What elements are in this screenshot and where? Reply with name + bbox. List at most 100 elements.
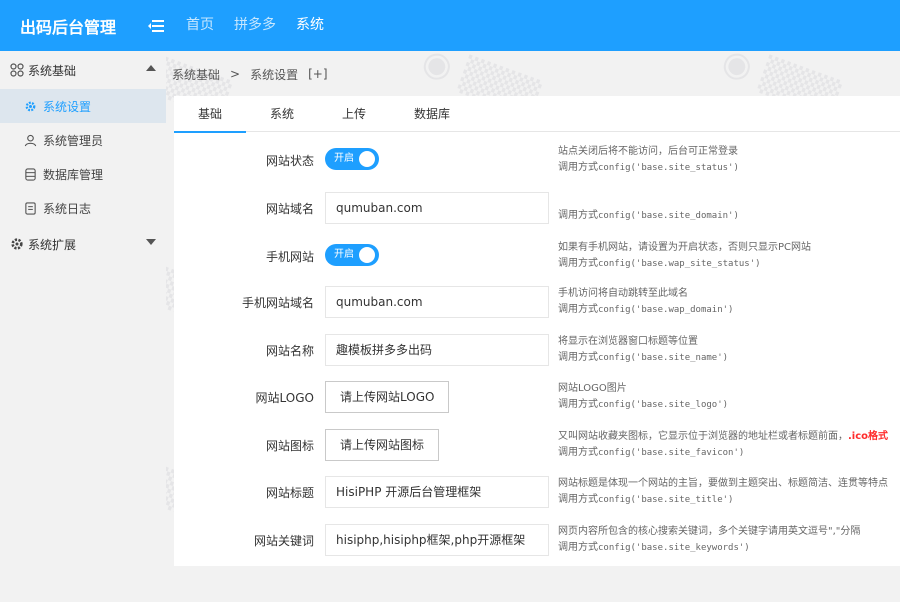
site-title-input[interactable]: HisiPHP 开源后台管理框架 (325, 476, 549, 508)
field-tip: 站点关闭后将不能访问，后台可正常登录 调用方式config('base.site… (558, 144, 900, 176)
settings-panel: 基础 系统 上传 数据库 网站状态 开启 站点关闭后将不能访问，后台可正常登录 … (174, 96, 900, 566)
user-icon (24, 134, 37, 146)
tip-call: 调用方式config('base.site_logo') (558, 397, 900, 413)
tip-code: config('base.wap_domain') (598, 305, 734, 315)
sidebar: 系统基础 系统设置 系统管理员 数据库管理 系统日志 系统扩展 (0, 51, 166, 602)
field-tip: 将显示在浏览器窗口标题等位置 调用方式config('base.site_nam… (558, 334, 900, 366)
tip-code: config('base.site_status') (598, 163, 739, 173)
field-tip: 网页内容所包含的核心搜索关键词，多个关键字请用英文逗号","分隔 调用方式con… (558, 524, 900, 556)
tip-text: 如果有手机网站，请设置为开启状态，否则只显示PC网站 (558, 242, 812, 253)
tip-prefix: 调用方式 (558, 162, 598, 173)
upload-logo-button[interactable]: 请上传网站LOGO (325, 381, 450, 413)
tip-text: 站点关闭后将不能访问，后台可正常登录 (558, 146, 738, 157)
tab-upload[interactable]: 上传 (318, 96, 390, 132)
tip-code: config('base.site_title') (598, 495, 734, 505)
tip-prefix: 调用方式 (558, 258, 598, 269)
sidebar-item-label: 数据库管理 (43, 167, 104, 182)
sidebar-group-label: 系统扩展 (28, 237, 77, 252)
tip-text-line: 又叫网站收藏夹图标，它显示位于浏览器的地址栏或者标题前面，.ico格式 (558, 429, 900, 445)
field-tip: 如果有手机网站，请设置为开启状态，否则只显示PC网站 调用方式config('b… (558, 240, 900, 272)
top-nav: 首页 拼多多 系统 (176, 0, 334, 51)
tip-call: 调用方式config('base.site_name') (558, 350, 900, 366)
brand-title: 出码后台管理 (20, 17, 117, 37)
switch-knob (359, 247, 375, 263)
tip-prefix: 调用方式 (558, 399, 598, 410)
gear-icon (25, 101, 36, 111)
tip-prefix: 调用方式 (558, 542, 598, 553)
breadcrumb: 系统基础 > 系统设置 [+] (172, 62, 338, 86)
sidebar-item-label: 系统管理员 (43, 133, 104, 148)
breadcrumb-item[interactable]: 系统设置 (250, 66, 298, 83)
sidebar-item-logs[interactable]: 系统日志 (0, 191, 166, 225)
tip-call: 调用方式config('base.site_favicon') (558, 445, 900, 461)
field-tip: 网站标题是体现一个网站的主旨，要做到主题突出、标题简洁、连贯等特点 调用方式co… (558, 476, 900, 508)
field-label: 网站标题 (265, 486, 314, 500)
database-icon (25, 167, 36, 181)
tip-call: 调用方式config('base.site_status') (558, 160, 900, 176)
sidebar-item-label: 系统设置 (43, 99, 92, 114)
caret-up-icon (146, 65, 156, 71)
tip-call: 调用方式config('base.site_domain') (558, 208, 900, 224)
field-label: 网站关键词 (253, 534, 314, 548)
tip-prefix: 调用方式 (558, 304, 598, 315)
field-label: 手机网站 (265, 250, 314, 264)
caret-down-icon (146, 239, 156, 245)
switch-knob (359, 151, 375, 167)
nav-system[interactable]: 系统 (286, 0, 334, 51)
field-label: 网站图标 (265, 439, 314, 453)
site-status-switch[interactable]: 开启 (325, 148, 379, 170)
sidebar-item-admins[interactable]: 系统管理员 (0, 123, 166, 157)
tip-prefix: 调用方式 (558, 210, 598, 221)
site-name-input[interactable]: 趣模板拼多多出码 (325, 334, 549, 366)
field-label: 网站域名 (265, 202, 314, 216)
tab-basic[interactable]: 基础 (174, 96, 247, 133)
site-keywords-input[interactable]: hisiphp,hisiphp框架,php开源框架 (325, 524, 549, 556)
breadcrumb-item[interactable]: 系统基础 (172, 66, 220, 83)
breadcrumb-add[interactable]: [+] (308, 67, 327, 81)
top-bar: 出码后台管理 首页 拼多多 系统 (0, 0, 900, 51)
tip-highlight: .ico格式 (848, 431, 889, 442)
tab-database[interactable]: 数据库 (390, 96, 474, 132)
field-tip: 调用方式config('base.site_domain') (558, 208, 900, 224)
tip-code: config('base.site_keywords') (598, 543, 750, 553)
tab-bar: 基础 系统 上传 数据库 (174, 96, 900, 133)
sidebar-group-extension[interactable]: 系统扩展 (0, 225, 166, 263)
field-tip: 手机访问将自动跳转至此域名 调用方式config('base.wap_domai… (558, 286, 900, 318)
upload-favicon-button[interactable]: 请上传网站图标 (325, 429, 440, 461)
tip-text: 网站标题是体现一个网站的主旨，要做到主题突出、标题简洁、连贯等特点 (558, 478, 888, 489)
site-domain-input[interactable]: qumuban.com (325, 192, 549, 224)
tip-code: config('base.site_domain') (598, 211, 739, 221)
field-tip: 网站LOGO图片 调用方式config('base.site_logo') (558, 381, 900, 413)
tip-call: 调用方式config('base.site_title') (558, 492, 900, 508)
tip-code: config('base.site_name') (598, 353, 729, 363)
tip-call: 调用方式config('base.wap_domain') (558, 302, 900, 318)
gear-icon (11, 238, 23, 250)
wap-domain-input[interactable]: qumuban.com (325, 286, 549, 318)
sidebar-item-settings[interactable]: 系统设置 (0, 89, 166, 123)
log-icon (25, 201, 36, 215)
breadcrumb-separator: > (230, 67, 241, 81)
sidebar-group-label: 系统基础 (28, 63, 77, 78)
grid-icon (10, 63, 24, 77)
tip-text: 手机访问将自动跳转至此域名 (558, 288, 688, 299)
nav-pinduoduo[interactable]: 拼多多 (224, 0, 286, 51)
tip-prefix: 调用方式 (558, 352, 598, 363)
tab-system[interactable]: 系统 (246, 96, 318, 132)
switch-text: 开启 (334, 153, 354, 164)
tip-code: config('base.wap_site_status') (598, 259, 761, 269)
sidebar-item-label: 系统日志 (43, 201, 92, 216)
tip-text: 将显示在浏览器窗口标题等位置 (558, 336, 698, 347)
field-label: 网站LOGO (255, 391, 314, 405)
sidebar-item-database[interactable]: 数据库管理 (0, 157, 166, 191)
wap-status-switch[interactable]: 开启 (325, 244, 379, 266)
tip-call: 调用方式config('base.wap_site_status') (558, 256, 900, 272)
tip-text: 网页内容所包含的核心搜索关键词，多个关键字请用英文逗号","分隔 (558, 526, 861, 537)
nav-home[interactable]: 首页 (176, 0, 224, 51)
tip-text: 网站LOGO图片 (558, 383, 627, 394)
sidebar-group-basic[interactable]: 系统基础 (0, 51, 166, 89)
tip-prefix: 调用方式 (558, 447, 598, 458)
field-label: 手机网站域名 (241, 296, 314, 310)
field-label: 网站名称 (265, 344, 314, 358)
menu-toggle-icon[interactable] (136, 0, 176, 51)
tip-call: 调用方式config('base.site_keywords') (558, 540, 900, 556)
